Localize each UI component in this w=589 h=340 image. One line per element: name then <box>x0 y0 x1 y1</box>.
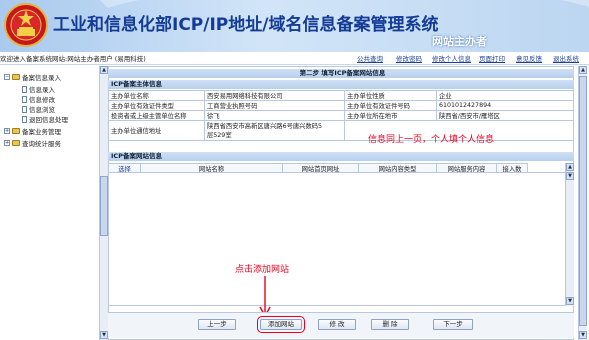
scroll-up-icon[interactable]: ▲ <box>579 66 587 74</box>
subject-info-table: 主办单位名称 西安易用网络科技有限公司 主办单位性质 企业 主办单位有效证件类型… <box>108 90 574 141</box>
tree-item-entry[interactable]: 信息录入 <box>22 84 55 94</box>
tree-item-edit[interactable]: 信息修改 <box>22 94 55 104</box>
expand-icon[interactable]: + <box>4 128 10 134</box>
document-icon <box>22 105 27 113</box>
national-emblem-icon <box>4 3 48 47</box>
tree-item-label: 退回信息处理 <box>29 116 68 124</box>
step-title: 第二步 填写ICP备案网站信息 <box>108 69 574 78</box>
top-bar: 欢迎进入备案系统网站:网站主办者用户 (易用科技) 公共查询 修改密码 修改个人… <box>0 52 589 65</box>
scroll-thumb[interactable] <box>100 176 108 236</box>
table-row: 主办单位通信地址 陕西省西安市高新区唐兴路6号唐兴数码5 层529室 <box>108 120 574 141</box>
tree-node-label: 备案业务管理 <box>22 128 61 136</box>
system-title: 工业和信息化部ICP/IP地址/域名信息备案管理系统 <box>53 15 439 35</box>
tree-node-query[interactable]: + 查询统计服务 <box>4 138 61 148</box>
table-row: 主办单位有效证件类型 工商营业执照号码 主办单位有效证件号码 610101242… <box>108 100 574 111</box>
label-investor: 投资者或上级主管单位名称 <box>108 110 205 121</box>
value-address: 陕西省西安市高新区唐兴路6号唐兴数码5 层529室 <box>204 120 345 141</box>
label-address: 主办单位通信地址 <box>108 120 205 141</box>
document-icon <box>22 115 27 123</box>
address-line-2: 层529室 <box>207 131 232 139</box>
scroll-up-icon[interactable]: ▲ <box>566 163 574 171</box>
address-line-1: 陕西省西安市高新区唐兴路6号唐兴数码5 <box>207 122 323 130</box>
grid-scrollbar[interactable]: ▲ ▼ ▼ <box>565 163 574 306</box>
label-org-type: 主办单位性质 <box>344 90 437 101</box>
scroll-up-icon[interactable]: ▲ <box>100 66 108 74</box>
next-step-button[interactable]: 下一步 <box>433 319 473 330</box>
scroll-thumb[interactable] <box>579 76 587 326</box>
label-cert-type: 主办单位有效证件类型 <box>108 100 205 111</box>
value-cert-number: 6101012427894 <box>436 100 574 111</box>
document-icon <box>22 95 27 103</box>
collapse-icon[interactable]: − <box>4 74 10 80</box>
value-org-name: 西安易用网络科技有限公司 <box>204 90 345 101</box>
tree-node-label: 备案信息录入 <box>22 74 61 82</box>
section-website-info: ICP备案网站信息 <box>108 152 574 161</box>
document-icon <box>22 85 27 93</box>
folder-icon <box>12 140 20 146</box>
main-scrollbar[interactable]: ▲ ▼ <box>578 66 587 340</box>
tree-item-label: 信息浏览 <box>29 106 55 114</box>
annotation-same-as-previous: 信息同上一页，个人填个人信息 <box>368 135 495 145</box>
value-org-type: 企业 <box>436 90 574 101</box>
annotation-click-add: 点击添加网站 <box>235 265 290 275</box>
header-banner: 工业和信息化部ICP/IP地址/域名信息备案管理系统 网站主办者 <box>0 0 589 52</box>
role-subtitle: 网站主办者 <box>432 35 487 48</box>
add-website-button[interactable]: 添加网站 <box>257 316 305 333</box>
label-cert-number: 主办单位有效证件号码 <box>344 100 437 111</box>
table-row: 投资者或上级主管单位名称 徐飞 主办单位所在地市 陕西省/西安市/雁塔区 <box>108 110 574 121</box>
scroll-down-icon[interactable]: ▼ <box>100 331 108 339</box>
tree-node-business[interactable]: + 备案业务管理 <box>4 126 61 136</box>
prev-step-button[interactable]: 上一步 <box>198 319 236 330</box>
website-grid-body <box>108 172 574 306</box>
edit-profile-link[interactable]: 修改个人信息 <box>432 53 471 63</box>
change-password-link[interactable]: 修改密码 <box>396 53 422 63</box>
value-city: 陕西省/西安市/雁塔区 <box>436 110 574 121</box>
tree-item-returned[interactable]: 退回信息处理 <box>22 114 68 124</box>
value-cert-type: 工商营业执照号码 <box>204 100 345 111</box>
expand-icon[interactable]: + <box>4 140 10 146</box>
tree-item-label: 信息录入 <box>29 86 55 94</box>
folder-icon <box>12 128 20 134</box>
scroll-down-icon[interactable]: ▼ <box>579 331 587 339</box>
logout-link[interactable]: 退出系统 <box>553 53 579 63</box>
label-org-name: 主办单位名称 <box>108 90 205 101</box>
print-page-link[interactable]: 页面打印 <box>479 53 505 63</box>
nav-tree: − 备案信息录入 信息录入 信息修改 信息浏览 退回信息处理 + 备案业务管理 … <box>0 66 100 340</box>
tree-node-label: 查询统计服务 <box>22 140 61 148</box>
feedback-link[interactable]: 意见反馈 <box>516 53 542 63</box>
folder-icon <box>12 74 20 80</box>
edit-button[interactable]: 修 改 <box>318 319 356 330</box>
main-panel: 第二步 填写ICP备案网站信息 ICP备案主体信息 主办单位名称 西安易用网络科… <box>108 66 581 340</box>
label-city: 主办单位所在地市 <box>344 110 437 121</box>
public-query-link[interactable]: 公共查询 <box>357 53 383 63</box>
value-investor: 徐飞 <box>204 110 345 121</box>
section-subject-info: ICP备案主体信息 <box>108 80 574 89</box>
tree-item-browse[interactable]: 信息浏览 <box>22 104 55 114</box>
scroll-down-icon[interactable]: ▼ <box>566 297 574 305</box>
scroll-down-icon[interactable]: ▼ <box>566 172 574 180</box>
tree-node-record-entry[interactable]: − 备案信息录入 <box>4 72 61 82</box>
table-row: 主办单位名称 西安易用网络科技有限公司 主办单位性质 企业 <box>108 90 574 101</box>
tree-item-label: 信息修改 <box>29 96 55 104</box>
delete-button[interactable]: 删 除 <box>371 319 409 330</box>
welcome-text: 欢迎进入备案系统网站:网站主办者用户 (易用科技) <box>0 55 146 63</box>
left-scrollbar[interactable]: ▲ ▼ <box>99 66 108 340</box>
